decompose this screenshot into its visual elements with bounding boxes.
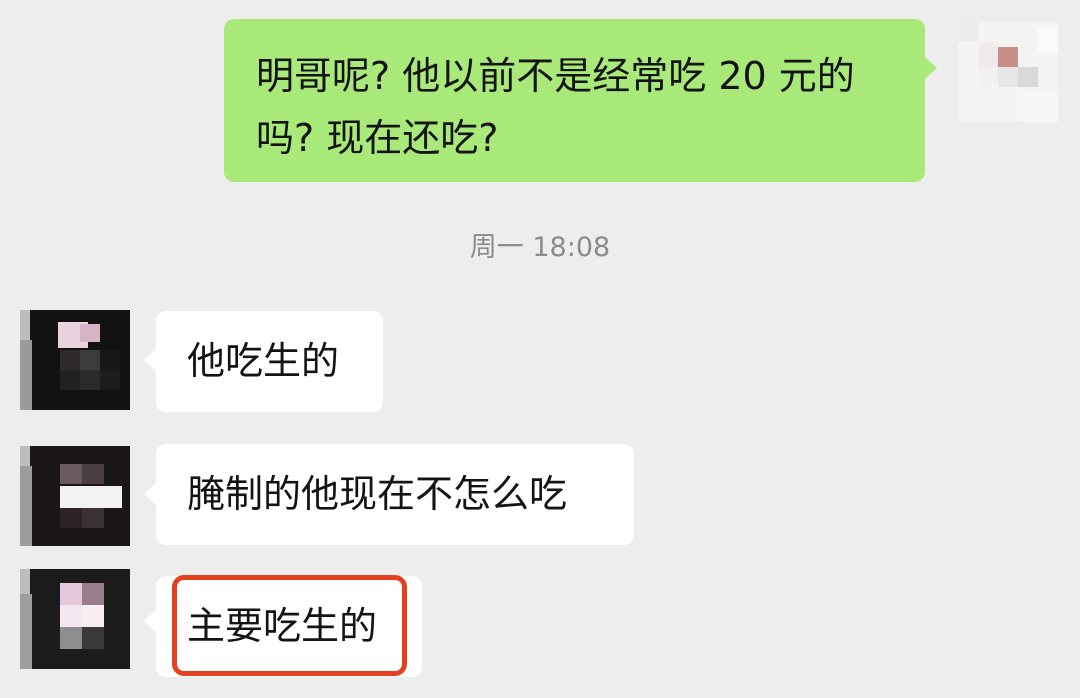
incoming-message-bubble[interactable]: 他吃生的 — [156, 311, 383, 412]
outgoing-bubble-tail — [925, 57, 937, 79]
message-text: 他吃生的 — [187, 339, 340, 383]
contact-avatar[interactable] — [20, 569, 130, 669]
incoming-bubble-tail — [144, 483, 156, 505]
incoming-message-bubble[interactable]: 腌制的他现在不怎么吃 — [156, 444, 634, 545]
message-text-line-2: 吗? 现在还吃? — [256, 116, 499, 160]
incoming-bubble-tail — [144, 610, 156, 632]
timestamp: 周一 18:08 — [469, 232, 611, 263]
outgoing-message-bubble[interactable]: 明哥呢? 他以前不是经常吃 20 元的 吗? 现在还吃? — [224, 19, 925, 182]
contact-avatar[interactable] — [20, 310, 130, 410]
contact-avatar[interactable] — [20, 446, 130, 546]
chat-window: 明哥呢? 他以前不是经常吃 20 元的 吗? 现在还吃? 周一 18:08 他吃… — [0, 0, 1080, 698]
own-avatar[interactable] — [958, 22, 1058, 122]
highlight-annotation-box — [172, 575, 407, 676]
incoming-bubble-tail — [144, 349, 156, 371]
message-text: 腌制的他现在不怎么吃 — [187, 472, 568, 516]
message-text-line-1: 明哥呢? 他以前不是经常吃 20 元的 — [256, 54, 855, 98]
